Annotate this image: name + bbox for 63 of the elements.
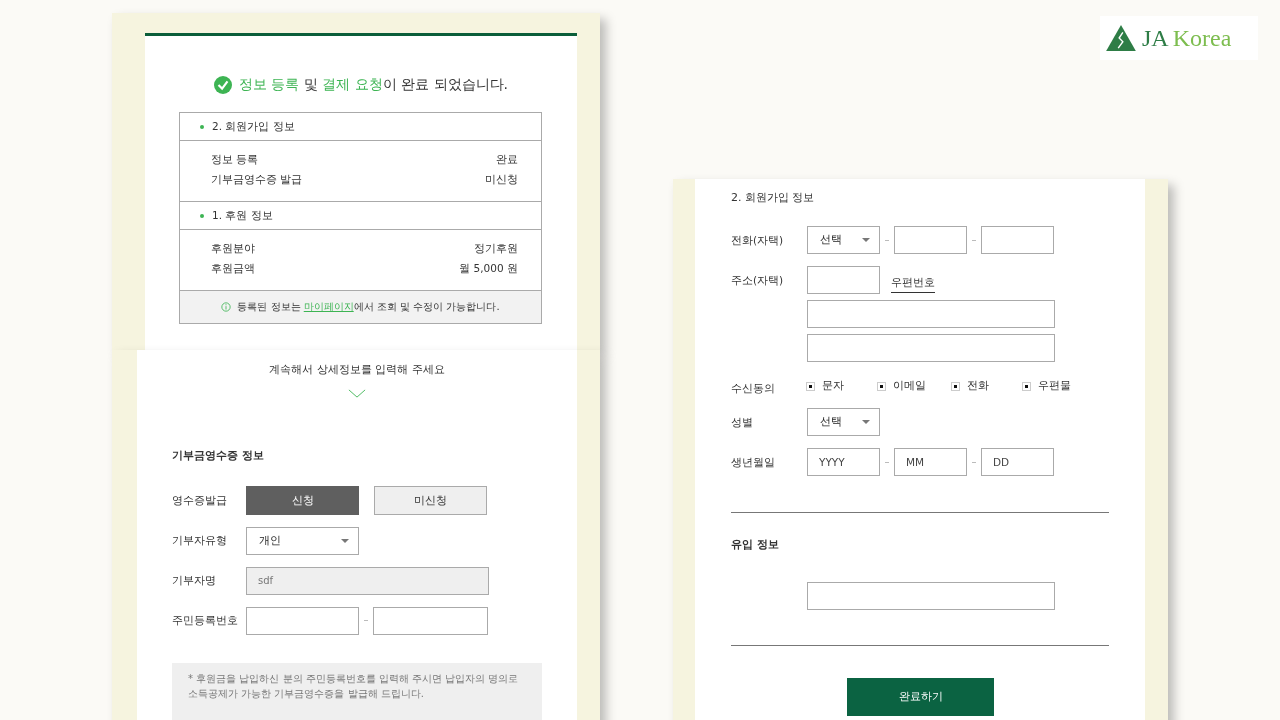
input-field[interactable]	[246, 606, 359, 635]
field-label: 전화(자택)	[731, 233, 785, 248]
bullet-icon	[200, 213, 204, 218]
input-field[interactable]: YYYY	[807, 448, 880, 476]
notice-text: * 후원금을 납입하신 분의 주민등록번호를 입력해 주시면 납입자의 명의로 소득공제가 가능한 기부금영수증을 발급해 드립니다.	[188, 672, 520, 701]
checkbox-label: 우편물	[1038, 379, 1071, 393]
input-field[interactable]	[807, 266, 880, 294]
input-field[interactable]: sdf	[246, 566, 489, 595]
checkbox[interactable]	[952, 382, 959, 390]
row-value: 미신청	[485, 173, 518, 187]
input-field[interactable]	[807, 334, 1055, 362]
row-label: 기부금영수증 발급	[211, 173, 303, 187]
field-label: 기부자유형	[172, 533, 228, 548]
checkbox[interactable]	[878, 382, 885, 390]
row-value: 완료	[496, 153, 518, 167]
caret-icon	[862, 238, 870, 242]
input-field[interactable]	[807, 300, 1055, 328]
field-label: 생년월일	[731, 455, 776, 470]
info-icon	[221, 302, 232, 312]
option-button[interactable]: 신청	[246, 486, 359, 515]
row-label: 정보 등록	[211, 153, 259, 167]
field-label: 수신동의	[731, 381, 776, 396]
section-title: 유입 정보	[731, 537, 780, 552]
field-label: 주민등록번호	[172, 613, 239, 628]
section-title: 2. 회원가입 정보	[212, 119, 295, 134]
select-field[interactable]: 선택	[807, 408, 880, 436]
select-field[interactable]: 선택	[807, 226, 880, 254]
checkbox[interactable]	[1023, 382, 1030, 390]
section-title: 기부금영수증 정보	[172, 448, 265, 463]
mountain-icon	[1106, 25, 1136, 51]
field-label: 성별	[731, 415, 754, 430]
row-label: 후원금액	[211, 262, 255, 276]
headline-text: 정보 등록 및 결제 요청 이 완료 되었습니다.	[238, 76, 509, 94]
select-field[interactable]: 개인	[246, 526, 359, 555]
checkbox-label: 이메일	[893, 379, 926, 393]
logo: JA Korea	[1100, 16, 1258, 60]
section-title: 2. 회원가입 정보	[731, 190, 816, 205]
field-label: 기부자명	[172, 573, 217, 588]
info-note: 등록된 정보는 마이페이지에서 조회 및 수정이 가능합니다.	[237, 300, 500, 314]
checkbox-label: 문자	[822, 379, 844, 393]
submit-button[interactable]: 완료하기	[847, 678, 994, 716]
row-value: 월 5,000 원	[459, 262, 518, 276]
input-field[interactable]	[981, 226, 1054, 254]
checkbox-label: 전화	[967, 379, 989, 393]
checkbox[interactable]	[807, 382, 814, 390]
input-field[interactable]	[894, 226, 967, 254]
row-value: 정기후원	[474, 242, 518, 256]
prompt-text: 계속해서 상세정보를 입력해 주세요	[268, 362, 446, 377]
bullet-icon	[200, 124, 204, 129]
input-field[interactable]: MM	[894, 448, 967, 476]
input-field[interactable]	[373, 606, 488, 635]
caret-icon	[341, 538, 349, 543]
row-label: 후원분야	[211, 242, 255, 256]
field-label: 영수증발급	[172, 493, 228, 508]
chevron-down-icon	[348, 389, 366, 398]
caret-icon	[862, 420, 870, 424]
input-field[interactable]: DD	[981, 448, 1054, 476]
check-circle-icon	[213, 76, 232, 94]
option-button[interactable]: 미신청	[374, 486, 487, 515]
postcode-link[interactable]: 우편번호	[891, 267, 935, 293]
field-label: 주소(자택)	[731, 273, 785, 288]
input-field[interactable]	[807, 582, 1055, 610]
section-title: 1. 후원 정보	[212, 208, 273, 223]
